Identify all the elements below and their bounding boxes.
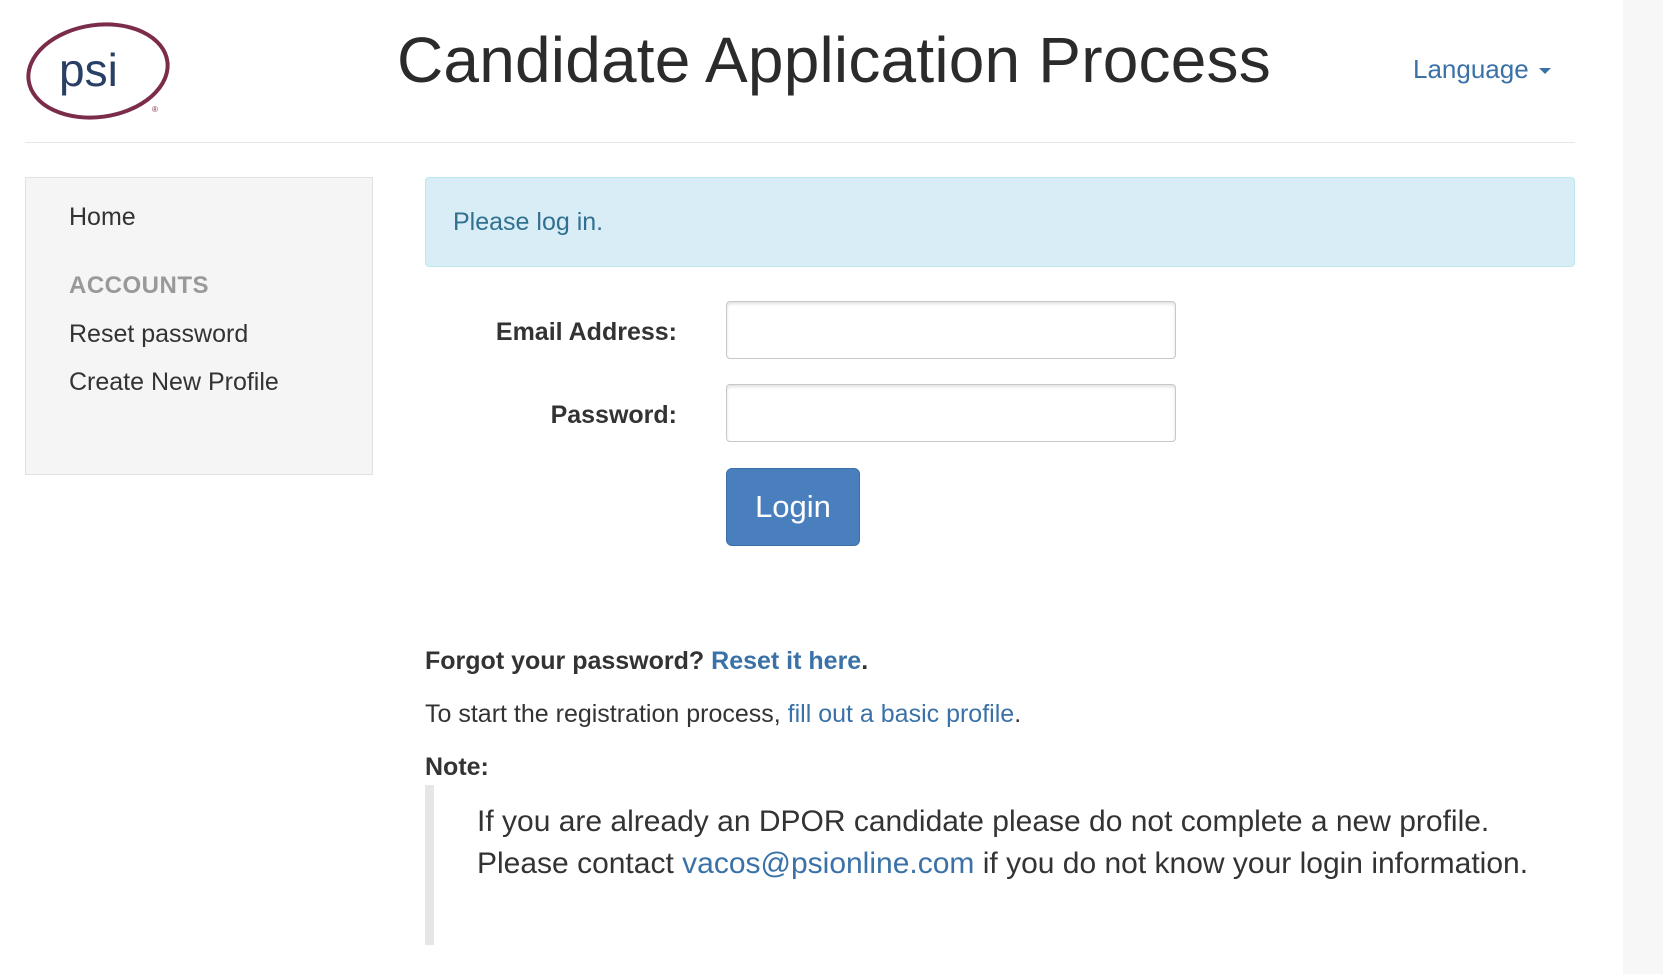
sidebar-item-reset-password[interactable]: Reset password — [69, 320, 248, 349]
language-label: Language — [1413, 54, 1529, 84]
support-email-link[interactable]: vacos@psionline.com — [682, 847, 974, 880]
window-edge — [1623, 0, 1663, 974]
forgot-suffix: . — [861, 647, 869, 675]
page: psi ® Candidate Application Process Lang… — [0, 0, 1663, 974]
forgot-prefix: Forgot your password? — [425, 647, 705, 675]
register-suffix: . — [1014, 700, 1022, 728]
note-blockquote: If you are already an DPOR candidate ple… — [425, 785, 1575, 945]
reset-password-link[interactable]: Reset it here — [711, 647, 861, 675]
logo-text: psi — [59, 44, 118, 96]
language-dropdown[interactable]: Language — [1413, 54, 1551, 85]
note-label: Note: — [425, 753, 489, 781]
basic-profile-link[interactable]: fill out a basic profile — [788, 700, 1015, 728]
forgot-password-text: Forgot your password? Reset it here. — [425, 647, 868, 676]
email-label: Email Address: — [495, 318, 677, 346]
psi-logo-icon: psi ® — [26, 22, 170, 120]
login-alert: Please log in. — [425, 177, 1575, 267]
svg-text:®: ® — [152, 105, 158, 114]
alert-text: Please log in. — [453, 208, 604, 236]
note-line-2: if you do not know your login informatio… — [982, 847, 1529, 880]
psi-logo[interactable]: psi ® — [25, 22, 179, 124]
caret-down-icon — [1538, 68, 1551, 75]
sidebar-section-accounts: ACCOUNTS — [69, 272, 209, 299]
password-field[interactable] — [726, 384, 1176, 442]
page-title: Candidate Application Process — [397, 24, 1271, 96]
sidebar-item-create-new-profile[interactable]: Create New Profile — [69, 368, 279, 397]
register-prefix: To start the registration process, — [425, 700, 781, 728]
login-button[interactable]: Login — [726, 468, 860, 546]
sidebar-item-home[interactable]: Home — [69, 203, 136, 232]
header: psi ® Candidate Application Process Lang… — [25, 0, 1575, 143]
registration-text: To start the registration process, fill … — [425, 700, 1021, 729]
email-field[interactable] — [726, 301, 1176, 359]
sidebar: Home ACCOUNTS Reset password Create New … — [25, 177, 373, 475]
password-label: Password: — [550, 401, 677, 429]
note-text: If you are already an DPOR candidate ple… — [477, 801, 1557, 885]
